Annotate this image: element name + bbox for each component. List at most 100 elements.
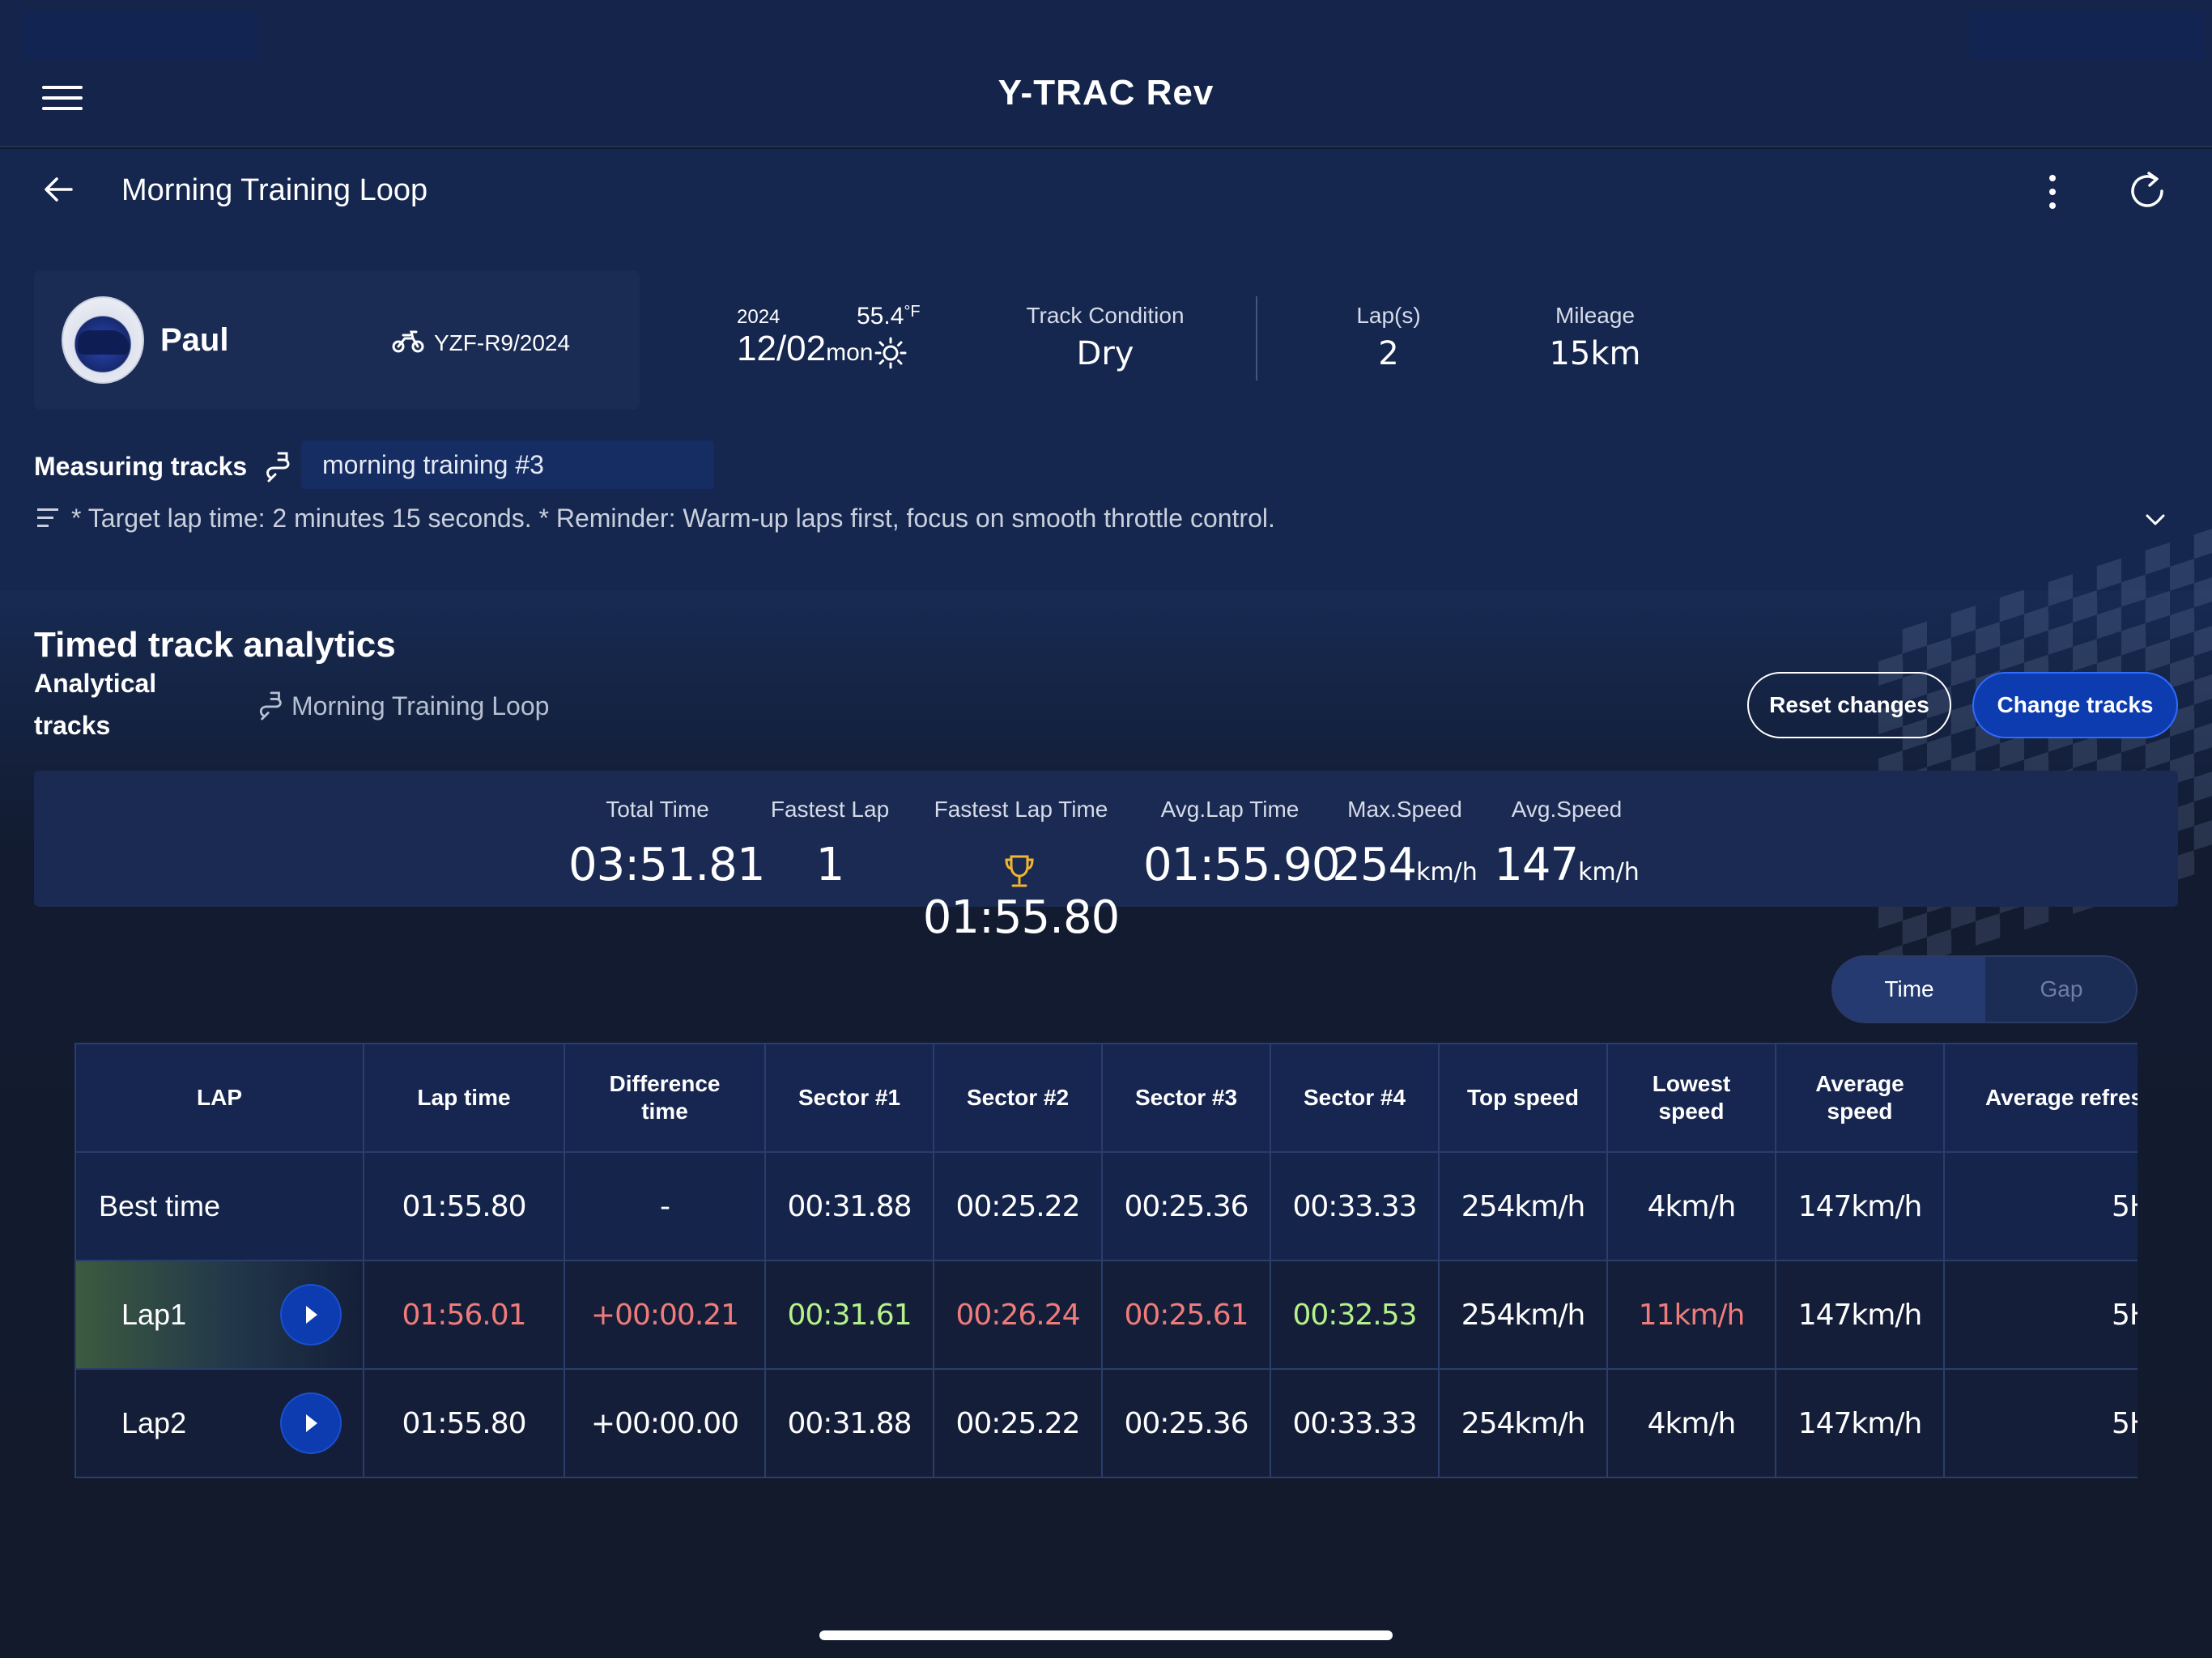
mileage-label: Mileage: [1555, 303, 1636, 328]
header-line: Difference: [609, 1071, 721, 1096]
gap-toggle-option[interactable]: Gap: [1985, 957, 2136, 1022]
sector-1-cell: 00:31.61: [764, 1260, 934, 1370]
lap-time-cell: 01:56.01: [363, 1260, 565, 1370]
back-arrow-icon[interactable]: [40, 172, 76, 207]
total-time-label: Total Time: [606, 797, 709, 822]
analytical-tracks-label-line1: Analytical: [34, 669, 157, 698]
status-area-left: [23, 11, 257, 60]
sector-2-cell: 00:25.22: [933, 1151, 1103, 1261]
fastest-lap-value: 1: [815, 839, 845, 891]
difference-time-cell: -: [564, 1151, 766, 1261]
table-row-best-time: Best time 01:55.80 - 00:31.88 00:25.22 0…: [74, 1151, 2138, 1261]
lap-name-cell[interactable]: Lap1: [74, 1260, 364, 1370]
sector-1-cell: 00:31.88: [764, 1151, 934, 1261]
sector-3-cell: 00:25.61: [1101, 1260, 1271, 1370]
avg-speed-label: Avg.Speed: [1511, 797, 1623, 822]
table-row-lap2[interactable]: Lap2 01:55.80 +00:00.00 00:31.88 00:25.2…: [74, 1368, 2138, 1478]
lap-name-cell: Best time: [74, 1151, 364, 1261]
sector-4-cell: 00:32.53: [1270, 1260, 1440, 1370]
divider: [1256, 296, 1257, 380]
lap-table: LAP Lap time Difference time Sector #1 Se…: [74, 1043, 2138, 1478]
app-title: Y-TRAC Rev: [998, 73, 1214, 113]
sector-1-cell: 00:31.88: [764, 1368, 934, 1478]
col-header-lowest-speed: Lowest speed: [1606, 1043, 1776, 1153]
fastest-lap-stat: Fastest Lap 1: [761, 797, 899, 891]
col-header-lap-time: Lap time: [363, 1043, 565, 1153]
difference-time-cell: +00:00.00: [564, 1368, 766, 1478]
avg-lap-time-label: Avg.Lap Time: [1160, 797, 1300, 822]
top-speed-cell: 254km/h: [1438, 1151, 1608, 1261]
max-speed-value: 254: [1332, 839, 1417, 891]
lowest-speed-cell: 11km/h: [1606, 1260, 1776, 1370]
average-refresh-cell: 5Hz: [1943, 1368, 2138, 1478]
reset-changes-button[interactable]: Reset changes: [1747, 672, 1951, 738]
weekday: mon: [826, 339, 874, 366]
sector-3-cell: 00:25.36: [1101, 1151, 1271, 1261]
lap-name: Lap2: [121, 1406, 187, 1439]
total-time-stat: Total Time 03:51.81: [568, 797, 765, 891]
session-year: 2024: [737, 306, 781, 328]
average-speed-cell: 147km/h: [1775, 1368, 1945, 1478]
table-row-lap1[interactable]: Lap1 01:56.01 +00:00.21 00:31.61 00:26.2…: [74, 1260, 2138, 1370]
trophy-icon: [1004, 849, 1035, 887]
mileage-value: 15km: [1549, 335, 1641, 372]
table-header-row: LAP Lap time Difference time Sector #1 Se…: [74, 1043, 2138, 1153]
laps-label: Lap(s): [1356, 303, 1421, 328]
col-header-average-speed: Average speed: [1775, 1043, 1945, 1153]
max-speed-unit: km/h: [1416, 858, 1478, 886]
home-indicator[interactable]: [819, 1630, 1393, 1640]
play-replay-button[interactable]: [282, 1286, 340, 1344]
track-condition-label: Track Condition: [1026, 303, 1185, 328]
header-line: time: [641, 1099, 688, 1124]
more-options-icon[interactable]: [2040, 175, 2065, 219]
fastest-lap-time-label: Fastest Lap Time: [934, 797, 1108, 822]
motorcycle-icon: [392, 327, 424, 355]
measuring-track-name: morning training #3: [322, 450, 544, 479]
refresh-icon[interactable]: [2123, 167, 2172, 215]
col-header-lap: LAP: [74, 1043, 364, 1153]
change-tracks-button[interactable]: Change tracks: [1972, 672, 2178, 738]
bike-model: YZF-R9/2024: [434, 330, 571, 355]
chevron-down-icon[interactable]: [2144, 508, 2167, 531]
rider-name: Paul: [160, 322, 229, 358]
lap-time-cell: 01:55.80: [363, 1151, 565, 1261]
track-route-icon: [264, 450, 293, 483]
col-header-sector-1: Sector #1: [764, 1043, 934, 1153]
lap-table-container[interactable]: LAP Lap time Difference time Sector #1 Se…: [74, 1043, 2138, 1480]
col-header-sector-4: Sector #4: [1270, 1043, 1440, 1153]
sector-4-cell: 00:33.33: [1270, 1151, 1440, 1261]
avg-speed-value: 147: [1494, 839, 1579, 891]
sector-3-cell: 00:25.36: [1101, 1368, 1271, 1478]
temperature-value: 55.4: [857, 303, 904, 329]
play-replay-button[interactable]: [282, 1394, 340, 1452]
time-toggle-option[interactable]: Time: [1833, 957, 1985, 1022]
session-notes: * Target lap time: 2 minutes 15 seconds.…: [71, 504, 1275, 533]
col-header-average-refresh: Average refresh: [1943, 1043, 2138, 1153]
sun-icon: [874, 337, 907, 369]
max-speed-stat: Max.Speed 254km/h: [1328, 797, 1482, 891]
col-header-top-speed: Top speed: [1438, 1043, 1608, 1153]
col-header-difference-time: Difference time: [564, 1043, 766, 1153]
average-speed-cell: 147km/h: [1775, 1260, 1945, 1370]
fastest-lap-time-value: 01:55.80: [922, 891, 1120, 944]
max-speed-label: Max.Speed: [1347, 797, 1462, 822]
notes-icon: [37, 508, 62, 533]
temperature-unit: °F: [904, 303, 921, 321]
temperature: 55.4°F: [857, 303, 921, 330]
analytics-title: Timed track analytics: [34, 625, 396, 665]
avg-speed: 147km/h: [1491, 839, 1642, 891]
laps-value: 2: [1378, 335, 1399, 372]
avg-lap-time-stat: Avg.Lap Time 01:55.90: [1143, 797, 1340, 891]
fastest-lap-time: 01:55.80: [920, 839, 1122, 944]
fastest-lap-label: Fastest Lap: [770, 797, 890, 822]
measuring-tracks-label: Measuring tracks: [34, 452, 248, 481]
avg-speed-unit: km/h: [1578, 858, 1640, 886]
difference-time-cell: +00:00.21: [564, 1260, 766, 1370]
sector-2-cell: 00:25.22: [933, 1368, 1103, 1478]
lowest-speed-cell: 4km/h: [1606, 1151, 1776, 1261]
avatar: [62, 296, 144, 384]
session-date: 12/02mon: [737, 329, 873, 369]
lap-name-cell[interactable]: Lap2: [74, 1368, 364, 1478]
top-speed-cell: 254km/h: [1438, 1260, 1608, 1370]
sector-4-cell: 00:33.33: [1270, 1368, 1440, 1478]
